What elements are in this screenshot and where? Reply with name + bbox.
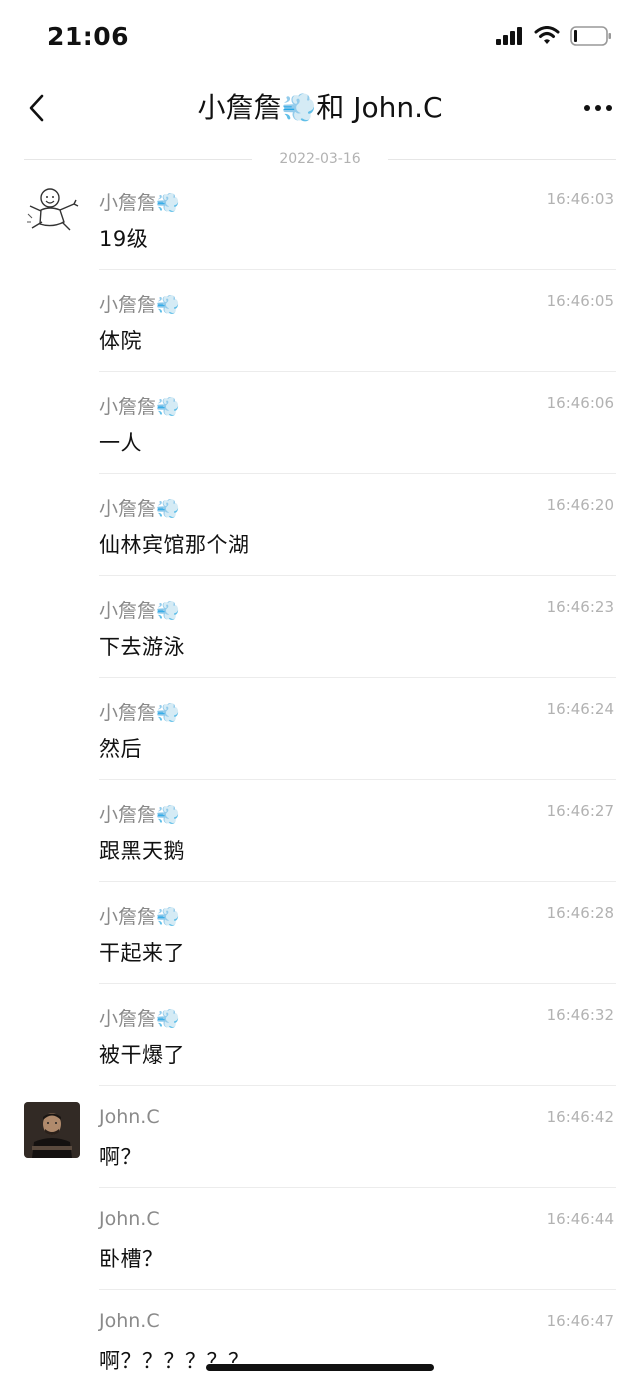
avatar-xiaozhanzhan[interactable] — [24, 184, 80, 240]
message-text[interactable]: 被干爆了 — [99, 1039, 185, 1069]
message-sender: 小詹詹💨 — [99, 1004, 180, 1031]
sender-name: 小詹詹💨 — [99, 498, 180, 520]
message-sender: 小詹詹💨 — [99, 392, 180, 419]
home-indicator[interactable] — [206, 1364, 434, 1371]
message-time: 16:46:32 — [546, 1006, 614, 1024]
battery-icon — [570, 26, 611, 46]
sender-name: 小詹詹💨 — [99, 192, 180, 214]
message-sender: John.C — [99, 1310, 160, 1332]
message-text[interactable]: 下去游泳 — [99, 631, 185, 661]
message-time: 16:46:28 — [546, 904, 614, 922]
message-time: 16:46:03 — [546, 190, 614, 208]
message-row[interactable]: 小詹詹💨 16:46:05 体院 — [0, 270, 640, 372]
message-row[interactable]: 小詹詹💨 16:46:23 下去游泳 — [0, 576, 640, 678]
message-time: 16:46:44 — [546, 1210, 614, 1228]
message-text[interactable]: 跟黑天鹅 — [99, 835, 185, 865]
message-row[interactable]: 小詹詹💨 16:46:27 跟黑天鹅 — [0, 780, 640, 882]
message-time: 16:46:20 — [546, 496, 614, 514]
sender-name: John.C — [99, 1310, 160, 1332]
message-row[interactable]: 小詹詹💨 16:46:20 仙林宾馆那个湖 — [0, 474, 640, 576]
date-separator-line-right — [388, 159, 616, 160]
message-row[interactable]: 小詹詹💨 16:46:06 一人 — [0, 372, 640, 474]
message-list: 小詹詹💨 16:46:03 19级 小詹詹💨 16:46:05 体院 小詹詹💨 … — [0, 168, 640, 1392]
message-time: 16:46:47 — [546, 1312, 614, 1330]
message-sender: 小詹詹💨 — [99, 494, 180, 521]
avatar-john-c[interactable] — [24, 1102, 80, 1158]
more-button[interactable] — [578, 92, 618, 124]
sender-name: 小詹詹💨 — [99, 906, 180, 928]
message-text[interactable]: 卧槽？ — [99, 1243, 164, 1273]
message-row[interactable]: 小詹詹💨 16:46:03 19级 — [0, 168, 640, 270]
more-dots-icon — [584, 105, 612, 111]
message-time: 16:46:23 — [546, 598, 614, 616]
message-text[interactable]: 然后 — [99, 733, 142, 763]
message-row[interactable]: 小詹詹💨 16:46:24 然后 — [0, 678, 640, 780]
message-text[interactable]: 一人 — [99, 427, 142, 457]
message-row[interactable]: John.C 16:46:44 卧槽？ — [0, 1188, 640, 1290]
status-bar: 21:06 — [0, 0, 640, 78]
status-icons — [496, 26, 612, 46]
nav-bar: 小詹詹💨和 John.C — [0, 78, 640, 142]
person-photo-avatar-icon — [24, 1102, 80, 1158]
message-text[interactable]: 仙林宾馆那个湖 — [99, 529, 250, 559]
message-sender: 小詹詹💨 — [99, 596, 180, 623]
message-sender: 小詹詹💨 — [99, 698, 180, 725]
message-text[interactable]: 干起来了 — [99, 937, 185, 967]
sender-name: 小詹詹💨 — [99, 1008, 180, 1030]
message-row[interactable]: John.C 16:46:42 啊？ — [0, 1086, 640, 1188]
status-time: 21:06 — [47, 22, 130, 51]
sender-name: John.C — [99, 1208, 160, 1230]
message-time: 16:46:24 — [546, 700, 614, 718]
message-sender: 小詹詹💨 — [99, 902, 180, 929]
message-row[interactable]: 小詹詹💨 16:46:28 干起来了 — [0, 882, 640, 984]
cellular-signal-icon — [496, 27, 522, 45]
sender-name: 小詹詹💨 — [99, 396, 180, 418]
sender-name: 小詹詹💨 — [99, 600, 180, 622]
sender-name: 小詹詹💨 — [99, 804, 180, 826]
message-text[interactable]: 体院 — [99, 325, 142, 355]
message-text[interactable]: 啊？ — [99, 1141, 142, 1171]
message-sender: 小詹詹💨 — [99, 800, 180, 827]
message-row[interactable]: John.C 16:46:47 啊？？？？？？ — [0, 1290, 640, 1392]
chat-title: 小詹詹💨和 John.C — [197, 91, 443, 124]
message-sender: John.C — [99, 1208, 160, 1230]
message-time: 16:46:27 — [546, 802, 614, 820]
sender-name: John.C — [99, 1106, 160, 1128]
sender-name: 小詹詹💨 — [99, 702, 180, 724]
message-sender: John.C — [99, 1106, 160, 1128]
date-separator: 2022-03-16 — [24, 150, 616, 170]
message-time: 16:46:06 — [546, 394, 614, 412]
message-sender: 小詹詹💨 — [99, 290, 180, 317]
cartoon-avatar-icon — [24, 184, 80, 240]
wifi-icon — [534, 26, 560, 44]
message-row[interactable]: 小詹詹💨 16:46:32 被干爆了 — [0, 984, 640, 1086]
message-text[interactable]: 19级 — [99, 223, 148, 253]
sender-name: 小詹詹💨 — [99, 294, 180, 316]
message-sender: 小詹詹💨 — [99, 188, 180, 215]
message-time: 16:46:05 — [546, 292, 614, 310]
message-time: 16:46:42 — [546, 1108, 614, 1126]
